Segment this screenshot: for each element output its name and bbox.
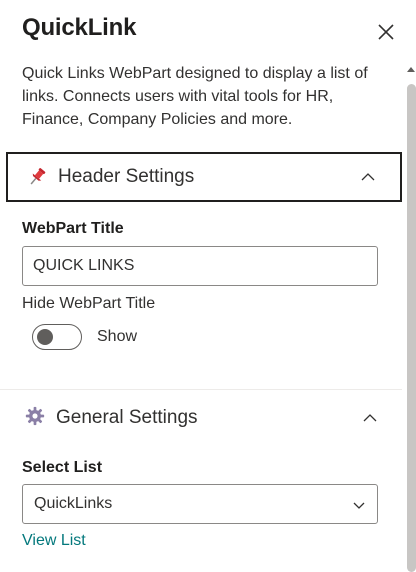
close-icon[interactable]	[374, 20, 398, 44]
select-list-dropdown[interactable]: QuickLinks	[22, 484, 378, 524]
webpart-title-input[interactable]	[22, 246, 378, 286]
header-settings-toggle[interactable]: Header Settings	[6, 152, 402, 202]
view-list-link[interactable]: View List	[22, 532, 86, 550]
scroll-up-arrow-icon[interactable]	[406, 64, 416, 74]
pushpin-icon	[30, 167, 46, 185]
chevron-up-icon	[361, 173, 375, 181]
toggle-knob	[37, 329, 53, 345]
scroll-thumb[interactable]	[407, 84, 416, 572]
scrollbar[interactable]	[405, 64, 416, 572]
general-settings-label: General Settings	[56, 407, 198, 428]
property-pane: QuickLink Quick Links WebPart designed t…	[0, 0, 416, 572]
chevron-up-icon	[363, 414, 377, 422]
panel-description: Quick Links WebPart designed to display …	[22, 65, 368, 128]
header-settings-label: Header Settings	[58, 166, 195, 187]
hide-title-label: Hide WebPart Title	[22, 295, 156, 312]
gear-icon	[25, 406, 45, 426]
general-settings-toggle[interactable]: General Settings	[6, 393, 402, 443]
hide-title-toggle[interactable]	[32, 324, 82, 350]
toggle-state-text: Show	[97, 328, 138, 345]
section-divider	[0, 389, 402, 390]
select-list-label: Select List	[22, 459, 103, 476]
selected-list-value: QuickLinks	[34, 495, 113, 512]
chevron-down-icon	[353, 502, 365, 509]
webpart-title-label: WebPart Title	[22, 220, 124, 237]
panel-title: QuickLink	[22, 14, 137, 41]
